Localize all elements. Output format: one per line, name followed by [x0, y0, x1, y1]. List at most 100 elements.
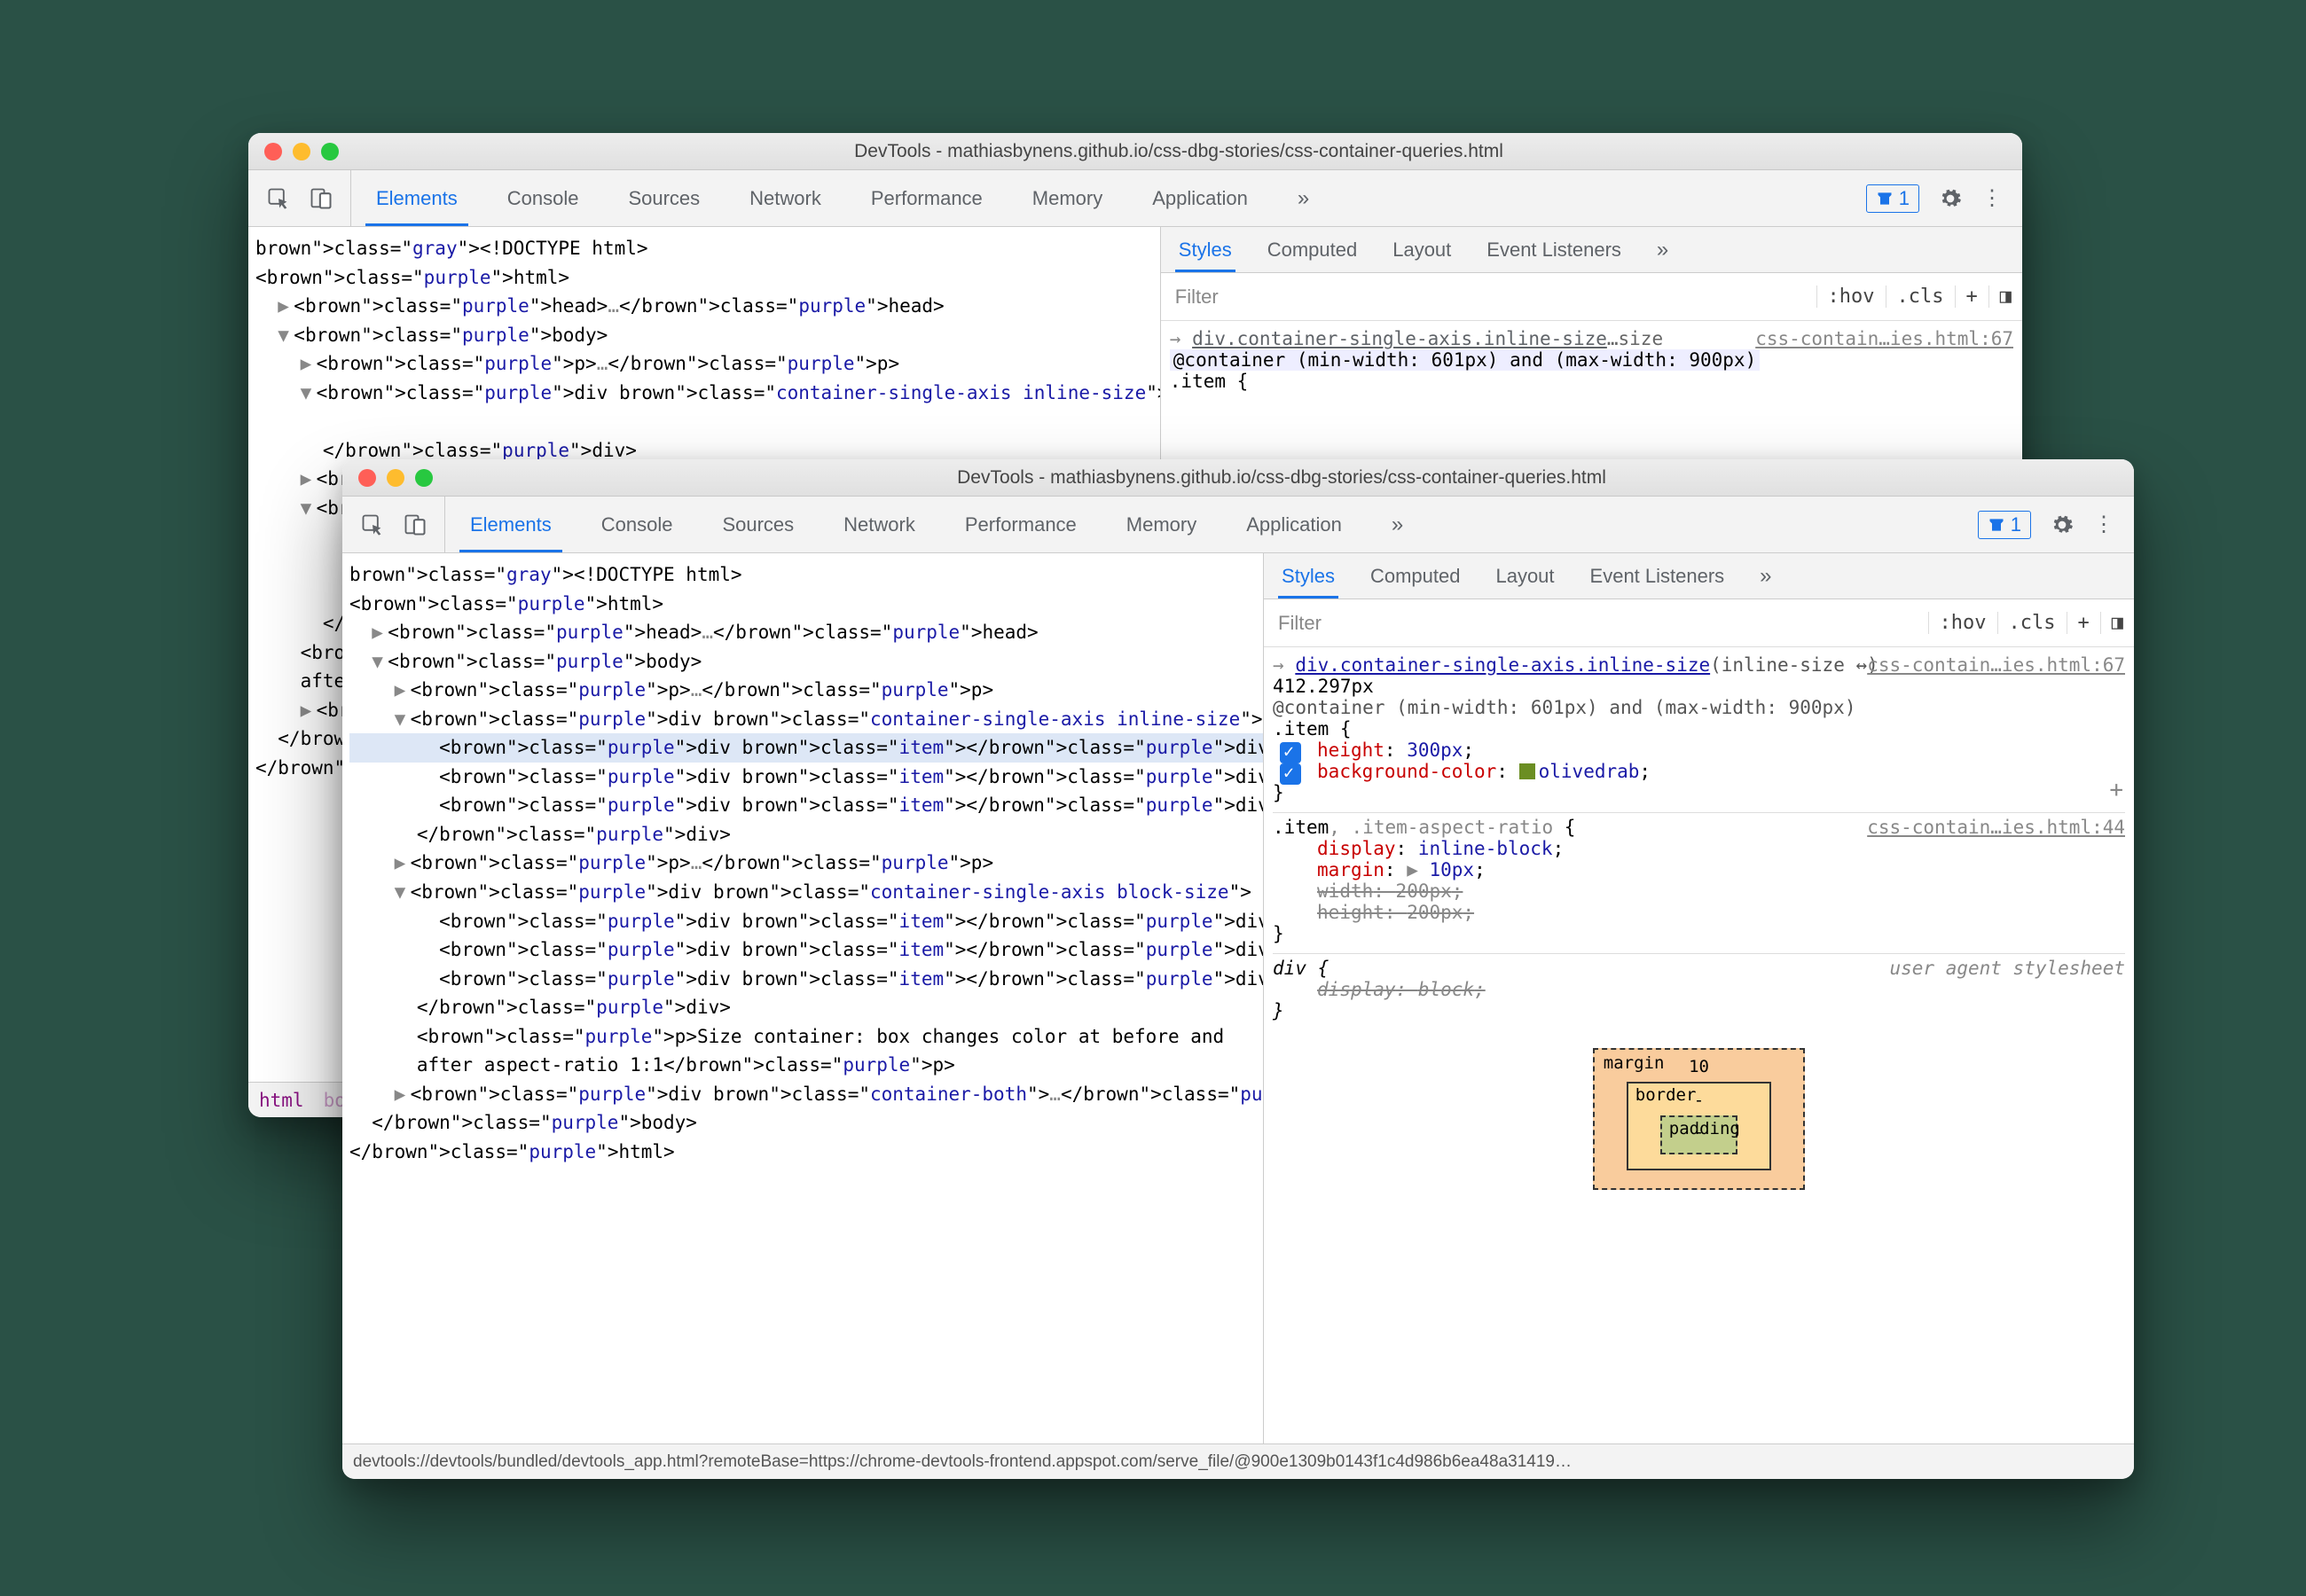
dom-line[interactable]: brown">class="gray"><!DOCTYPE html> [349, 560, 1263, 590]
rule-source-link[interactable]: css-contain…ies.html:44 [1867, 817, 2125, 838]
tab-application[interactable]: Application [1221, 497, 1367, 552]
kebab-icon[interactable]: ⋮ [1981, 185, 2003, 211]
dom-line[interactable]: ▶<brown">class="purple">p>…</brown">clas… [349, 849, 1263, 878]
zoom-dot[interactable] [321, 143, 339, 160]
tab-memory[interactable]: Memory [1102, 497, 1221, 552]
issues-badge[interactable]: 1 [1978, 511, 2031, 539]
tabs-overflow-icon[interactable]: » [1367, 497, 1428, 552]
kebab-icon[interactable]: ⋮ [2093, 512, 2114, 537]
css-property[interactable]: display: block; [1273, 979, 2125, 1000]
dom-line[interactable]: ▶<brown">class="purple">div brown">class… [349, 1080, 1263, 1109]
dom-line[interactable]: <brown">class="purple">div brown">class=… [349, 907, 1263, 936]
toggle-sidebar-icon[interactable]: ◨ [2100, 612, 2134, 634]
tab-layout[interactable]: Layout [1478, 553, 1572, 598]
tabs-overflow-icon[interactable]: » [1273, 170, 1334, 226]
tab-styles[interactable]: Styles [1161, 227, 1250, 272]
dom-line[interactable]: </brown">class="purple">div> [349, 820, 1263, 849]
dom-line[interactable]: <brown">class="purple">div brown">class=… [349, 965, 1263, 994]
dom-line[interactable]: ▼<brown">class="purple">div brown">class… [349, 878, 1263, 907]
css-property[interactable]: height: 300px; [1273, 739, 2125, 761]
rule-source-link[interactable]: css-contain…ies.html:67 [1755, 328, 2013, 349]
styles-filter-input[interactable]: Filter [1161, 286, 1816, 309]
tab-console[interactable]: Console [482, 170, 604, 226]
tab-sources[interactable]: Sources [697, 497, 819, 552]
new-rule-button[interactable]: + [2067, 612, 2100, 634]
hov-toggle[interactable]: :hov [1928, 612, 1997, 634]
tab-network[interactable]: Network [725, 170, 846, 226]
status-bar: devtools://devtools/bundled/devtools_app… [342, 1443, 2134, 1479]
cls-toggle[interactable]: .cls [1886, 286, 1955, 308]
css-property[interactable]: background-color: olivedrab; [1273, 761, 2125, 782]
tab-elements[interactable]: Elements [445, 497, 576, 552]
tab-computed[interactable]: Computed [1353, 553, 1479, 598]
toggle-sidebar-icon[interactable]: ◨ [1988, 286, 2022, 308]
dom-line[interactable]: <brown">class="purple">div brown">class=… [349, 791, 1263, 820]
dom-line[interactable]: ▼<brown">class="purple">body> [349, 647, 1263, 677]
close-dot[interactable] [358, 469, 376, 487]
dom-line[interactable]: ▶<brown">class="purple">head>…</brown">c… [349, 618, 1263, 647]
minimize-dot[interactable] [293, 143, 310, 160]
close-dot[interactable] [264, 143, 282, 160]
tab-application[interactable]: Application [1127, 170, 1273, 226]
rule-source-link[interactable]: css-contain…ies.html:67 [1867, 654, 2125, 676]
zoom-dot[interactable] [415, 469, 433, 487]
tab-performance[interactable]: Performance [940, 497, 1102, 552]
settings-icon[interactable] [2051, 513, 2074, 536]
tab-layout[interactable]: Layout [1375, 227, 1469, 272]
dom-line[interactable]: </brown">class="purple">div> [349, 993, 1263, 1022]
dom-line[interactable]: <brown">class="purple">p>Size container:… [349, 1022, 1263, 1052]
dom-line[interactable]: ▶<brown">class="purple">head>…</brown">c… [255, 292, 1160, 321]
dom-line[interactable]: <brown">class="purple">div brown">class=… [349, 733, 1263, 763]
add-property-icon[interactable]: + [2109, 777, 2123, 803]
new-rule-button[interactable]: + [1955, 286, 1988, 308]
box-model[interactable]: margin 10 border - padding - [1273, 1048, 2125, 1190]
css-property[interactable]: display: inline-block; [1273, 838, 2125, 859]
tab-network[interactable]: Network [819, 497, 940, 552]
tab-sources[interactable]: Sources [603, 170, 725, 226]
crumb-html[interactable]: html [259, 1090, 304, 1111]
dom-line[interactable]: <brown">class="purple">div brown">class=… [349, 935, 1263, 965]
dom-line[interactable]: ▶<brown">class="purple">p>…</brown">clas… [255, 349, 1160, 379]
dom-line[interactable]: <brown">class="purple">div brown">class=… [349, 763, 1263, 792]
sidetabs-overflow-icon[interactable]: » [1639, 227, 1686, 272]
dom-line[interactable]: ▼<brown">class="purple">div brown">class… [349, 705, 1263, 734]
inspect-icon[interactable] [266, 186, 291, 211]
dom-line[interactable]: </brown">class="purple">body> [349, 1108, 1263, 1138]
minimize-dot[interactable] [387, 469, 404, 487]
tab-styles[interactable]: Styles [1264, 553, 1353, 598]
container-link[interactable]: div.container-single-axis.inline-size [1295, 654, 1710, 676]
dom-line[interactable]: ▼<brown">class="purple">body> [255, 321, 1160, 350]
container-path[interactable]: div.container-single-axis.inline-size [1192, 328, 1607, 349]
dom-line[interactable]: <brown">class="purple">html> [349, 590, 1263, 619]
styles-body[interactable]: → div.container-single-axis.inline-size(… [1264, 647, 2134, 1443]
styles-filter-input[interactable]: Filter [1264, 612, 1928, 635]
property-checkbox[interactable] [1280, 763, 1301, 785]
tab-computed[interactable]: Computed [1250, 227, 1376, 272]
elements-tree[interactable]: brown">class="gray"><!DOCTYPE html><brow… [342, 553, 1263, 1443]
dom-line[interactable]: after aspect-ratio 1:1</brown">class="pu… [349, 1051, 1263, 1080]
settings-icon[interactable] [1939, 187, 1962, 210]
cls-toggle[interactable]: .cls [1997, 612, 2067, 634]
dom-line[interactable]: </brown">class="purple">html> [349, 1138, 1263, 1167]
dom-line[interactable]: ▶<brown">class="purple">p>…</brown">clas… [349, 676, 1263, 705]
hov-toggle[interactable]: :hov [1816, 286, 1886, 308]
tab-elements[interactable]: Elements [351, 170, 482, 226]
device-icon[interactable] [403, 512, 427, 537]
tab-memory[interactable]: Memory [1008, 170, 1127, 226]
traffic-lights [264, 143, 339, 160]
dom-line[interactable]: brown">class="gray"><!DOCTYPE html> [255, 234, 1160, 263]
dom-line[interactable]: <brown">class="purple">html> [255, 263, 1160, 293]
tab-event-listeners[interactable]: Event Listeners [1469, 227, 1639, 272]
css-property[interactable]: height: 200px; [1273, 902, 2125, 923]
dom-line[interactable]: ▼<brown">class="purple">div brown">class… [255, 379, 1160, 408]
css-property[interactable]: margin: ▶ 10px; [1273, 859, 2125, 880]
css-property[interactable]: width: 200px; [1273, 880, 2125, 902]
inspect-icon[interactable] [360, 512, 385, 537]
tab-event-listeners[interactable]: Event Listeners [1573, 553, 1743, 598]
dom-line[interactable] [255, 407, 1160, 436]
device-icon[interactable] [309, 186, 333, 211]
sidetabs-overflow-icon[interactable]: » [1742, 553, 1789, 598]
tab-console[interactable]: Console [576, 497, 698, 552]
tab-performance[interactable]: Performance [846, 170, 1008, 226]
issues-badge[interactable]: 1 [1866, 184, 1919, 213]
